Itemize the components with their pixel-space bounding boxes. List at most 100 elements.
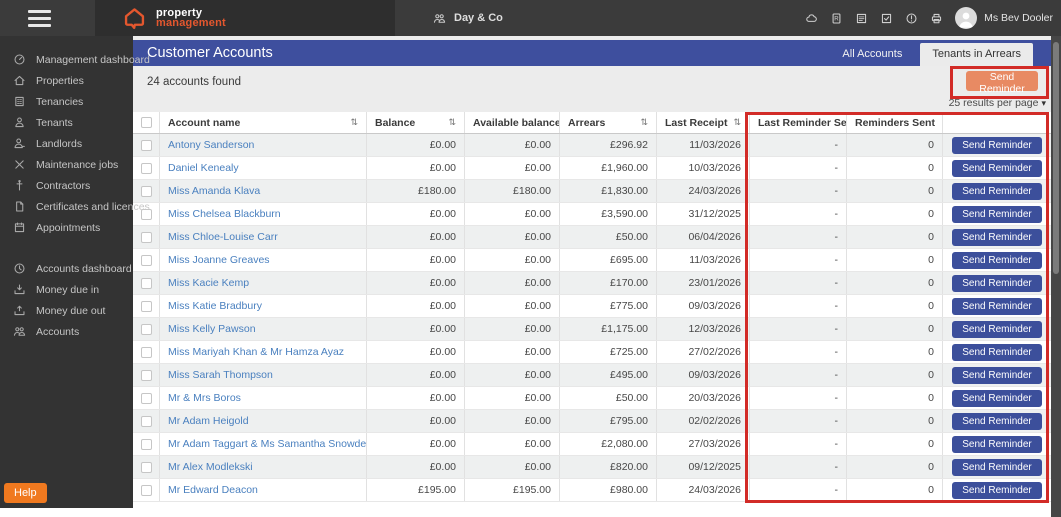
- send-reminder-row-button[interactable]: Send Reminder: [952, 343, 1042, 361]
- send-reminder-row-button[interactable]: Send Reminder: [952, 435, 1042, 453]
- row-checkbox[interactable]: [140, 162, 152, 174]
- send-reminder-row-button[interactable]: Send Reminder: [952, 481, 1042, 499]
- sidebar-item-accounts[interactable]: Accounts: [0, 321, 133, 342]
- vertical-scrollbar[interactable]: [1051, 36, 1061, 517]
- sidebar-item-label: Accounts: [36, 325, 80, 338]
- sidebar-item-landlords[interactable]: Landlords: [0, 133, 133, 154]
- row-checkbox[interactable]: [140, 254, 152, 266]
- account-name-link[interactable]: Mr Edward Deacon: [168, 484, 258, 496]
- sidebar-item-contractors[interactable]: Contractors: [0, 175, 133, 196]
- tab-all-accounts[interactable]: All Accounts: [830, 43, 914, 66]
- sidebar-section: Accounts dashboard Money due in Money due …: [0, 258, 133, 342]
- row-checkbox[interactable]: [140, 484, 152, 496]
- account-name-link[interactable]: Miss Mariyah Khan & Mr Hamza Ayaz: [168, 346, 344, 358]
- send-reminder-row-button[interactable]: Send Reminder: [952, 274, 1042, 292]
- account-name-link[interactable]: Miss Amanda Klava: [168, 185, 260, 197]
- column-header-balance[interactable]: Balance ⇅: [367, 112, 465, 133]
- send-reminder-row-button[interactable]: Send Reminder: [952, 228, 1042, 246]
- send-reminder-row-button[interactable]: Send Reminder: [952, 297, 1042, 315]
- column-header-available_balance[interactable]: Available balance⇅: [465, 112, 560, 133]
- account-name-link[interactable]: Miss Joanne Greaves: [168, 254, 270, 266]
- alerts-icon[interactable]: [905, 12, 918, 25]
- row-checkbox[interactable]: [140, 139, 152, 151]
- sidebar-item-management-dashboard[interactable]: Management dashboard: [0, 49, 150, 70]
- account-name-link[interactable]: Mr Adam Heigold: [168, 415, 249, 427]
- client-selector[interactable]: Day & Co: [433, 12, 503, 25]
- balance-cell: £0.00: [367, 157, 465, 179]
- sidebar-item-tenants[interactable]: Tenants: [0, 112, 133, 133]
- send-reminder-row-button[interactable]: Send Reminder: [952, 205, 1042, 223]
- sidebar-item-money-due-out[interactable]: Money due out: [0, 300, 133, 321]
- send-reminder-row-button[interactable]: Send Reminder: [952, 159, 1042, 177]
- last-receipt-cell: 10/03/2026: [657, 157, 750, 179]
- account-name-link[interactable]: Mr Adam Taggart & Ms Samantha Snowden: [168, 438, 366, 450]
- row-action-cell: Send Reminder: [943, 410, 1051, 432]
- balance-cell: £0.00: [367, 387, 465, 409]
- account-name-link[interactable]: Miss Katie Bradbury: [168, 300, 262, 312]
- account-name-link[interactable]: Miss Kelly Pawson: [168, 323, 256, 335]
- row-checkbox[interactable]: [140, 231, 152, 243]
- sidebar-item-properties[interactable]: Properties: [0, 70, 133, 91]
- tab-tenants-in-arrears[interactable]: Tenants in Arrears: [920, 43, 1033, 66]
- sidebar-item-tenancies[interactable]: Tenancies: [0, 91, 133, 112]
- tasks-icon[interactable]: [880, 12, 893, 25]
- scrollbar-thumb[interactable]: [1053, 42, 1059, 274]
- send-reminder-row-button[interactable]: Send Reminder: [952, 412, 1042, 430]
- row-checkbox[interactable]: [140, 369, 152, 381]
- column-label: Account name: [168, 116, 241, 129]
- sidebar-section: Management dashboard Properties Tenancies T…: [0, 49, 150, 238]
- sidebar-item-accounts-dashboard[interactable]: Accounts dashboard: [0, 258, 133, 279]
- account-name-link[interactable]: Antony Sanderson: [168, 139, 254, 151]
- account-name-link[interactable]: Miss Chloe-Louise Carr: [168, 231, 278, 243]
- send-reminder-row-button[interactable]: Send Reminder: [952, 320, 1042, 338]
- row-checkbox[interactable]: [140, 438, 152, 450]
- row-checkbox[interactable]: [140, 346, 152, 358]
- row-checkbox[interactable]: [140, 185, 152, 197]
- send-reminder-button[interactable]: Send Reminder: [966, 71, 1038, 95]
- row-checkbox[interactable]: [140, 415, 152, 427]
- reports-icon[interactable]: [855, 12, 868, 25]
- account-name-cell: Miss Kacie Kemp: [160, 272, 367, 294]
- app-logo[interactable]: property management: [95, 0, 395, 36]
- sidebar-item-money-due-in[interactable]: Money due in: [0, 279, 133, 300]
- arrears-cell: £495.00: [560, 364, 657, 386]
- user-menu[interactable]: Ms Bev Dooler: [955, 7, 1053, 29]
- row-checkbox[interactable]: [140, 392, 152, 404]
- column-header-name[interactable]: Account name ⇅: [160, 112, 367, 133]
- row-checkbox[interactable]: [140, 300, 152, 312]
- help-button[interactable]: Help: [4, 483, 47, 503]
- account-name-link[interactable]: Miss Chelsea Blackburn: [168, 208, 281, 220]
- account-name-link[interactable]: Daniel Kenealy: [168, 162, 239, 174]
- account-name-link[interactable]: Miss Sarah Thompson: [168, 369, 273, 381]
- send-reminder-row-button[interactable]: Send Reminder: [952, 136, 1042, 154]
- top-navbar: property management Day & Co R Ms Bev Do…: [0, 0, 1061, 36]
- send-reminder-row-button[interactable]: Send Reminder: [952, 458, 1042, 476]
- balance-cell: £0.00: [367, 295, 465, 317]
- results-per-page-dropdown[interactable]: 25 results per page ▾: [949, 97, 1046, 109]
- table-row: Mr Alex Modlekski £0.00 £0.00 £820.00 09/12/…: [133, 456, 1051, 479]
- row-checkbox[interactable]: [140, 461, 152, 473]
- account-name-link[interactable]: Mr & Mrs Boros: [168, 392, 241, 404]
- select-all-checkbox[interactable]: [140, 117, 152, 128]
- row-action-cell: Send Reminder: [943, 318, 1051, 340]
- send-reminder-row-button[interactable]: Send Reminder: [952, 251, 1042, 269]
- hamburger-menu-button[interactable]: [0, 0, 95, 36]
- print-icon[interactable]: [930, 12, 943, 25]
- table-row: Miss Amanda Klava £180.00 £180.00 £1,830.00…: [133, 180, 1051, 203]
- account-name-link[interactable]: Miss Kacie Kemp: [168, 277, 249, 289]
- send-reminder-row-button[interactable]: Send Reminder: [952, 182, 1042, 200]
- send-reminder-row-button[interactable]: Send Reminder: [952, 389, 1042, 407]
- arrears-cell: £980.00: [560, 479, 657, 501]
- sidebar-item-maintenance-jobs[interactable]: Maintenance jobs: [0, 154, 133, 175]
- column-header-arrears[interactable]: Arrears ⇅: [560, 112, 657, 133]
- row-checkbox[interactable]: [140, 323, 152, 335]
- send-reminder-row-button[interactable]: Send Reminder: [952, 366, 1042, 384]
- documents-icon[interactable]: R: [830, 12, 843, 25]
- table-row: Daniel Kenealy £0.00 £0.00 £1,960.00 10/03/2…: [133, 157, 1051, 180]
- sidebar-item-appointments[interactable]: Appointments: [0, 217, 133, 238]
- account-name-link[interactable]: Mr Alex Modlekski: [168, 461, 253, 473]
- cloud-icon[interactable]: [805, 12, 818, 25]
- sidebar-item-certificates-and-licences[interactable]: Certificates and licences: [0, 196, 150, 217]
- row-checkbox[interactable]: [140, 277, 152, 289]
- column-header-last_receipt[interactable]: Last Receipt ⇅: [657, 112, 750, 133]
